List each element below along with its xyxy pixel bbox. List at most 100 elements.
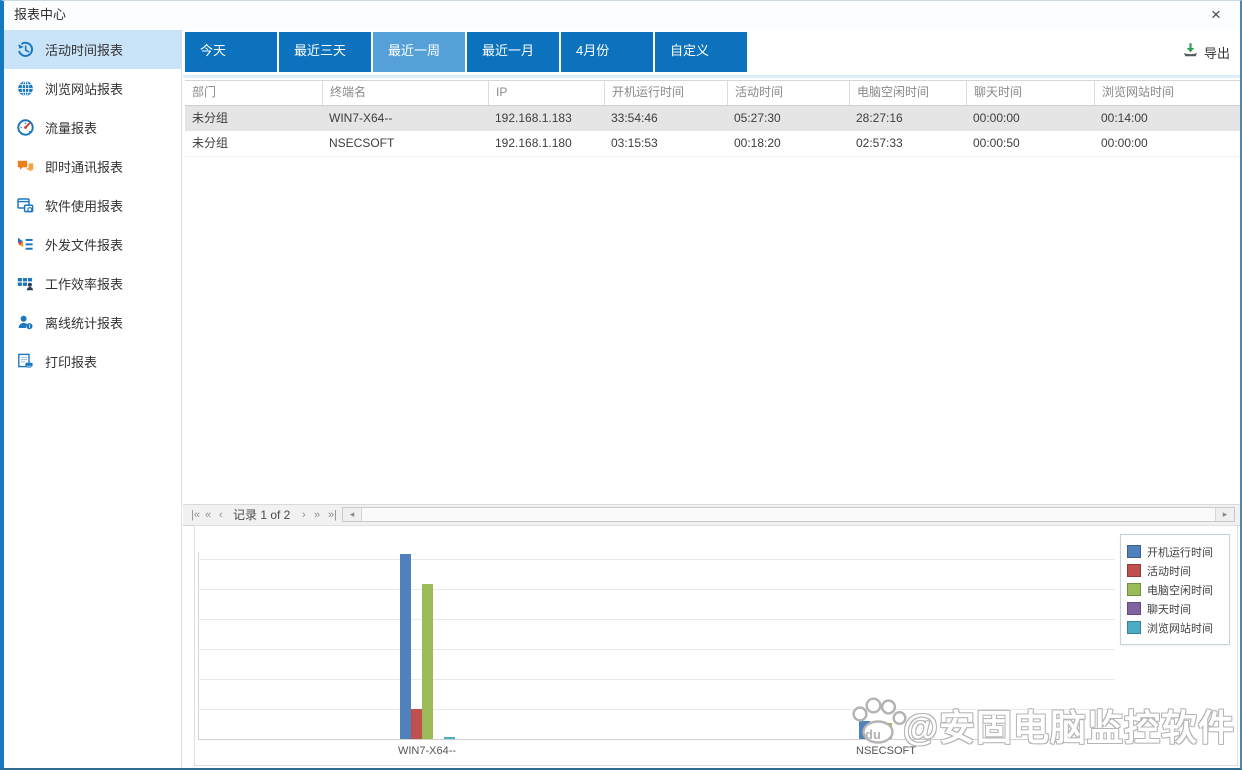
pager-prev-button[interactable]: ‹ xyxy=(219,505,223,525)
tab-custom[interactable]: 自定义 xyxy=(655,32,747,72)
pager-last-button[interactable]: »| xyxy=(328,505,337,525)
gridline xyxy=(198,589,1115,590)
legend-swatch xyxy=(1127,602,1141,615)
export-label: 导出 xyxy=(1204,43,1230,62)
sidebar-item-label: 活动时间报表 xyxy=(45,40,123,59)
chart-legend: 开机运行时间活动时间电脑空闲时间聊天时间浏览网站时间 xyxy=(1120,534,1230,645)
table-cell: 28:27:16 xyxy=(849,106,966,131)
column-header[interactable]: 电脑空闲时间 xyxy=(849,81,966,105)
column-header[interactable]: 活动时间 xyxy=(727,81,849,105)
table-row[interactable]: 未分组WIN7-X64--192.168.1.18333:54:4605:27:… xyxy=(185,106,1240,131)
pager-prev-set-button[interactable]: « xyxy=(205,505,211,525)
column-header[interactable]: IP xyxy=(488,81,604,105)
tab-last-3-days[interactable]: 最近三天 xyxy=(279,32,371,72)
legend-label: 开机运行时间 xyxy=(1147,544,1213,560)
window-title: 报表中心 xyxy=(14,1,66,29)
x-axis-category-label: NSECSOFT xyxy=(856,745,916,757)
pagination-bar: 记录 1 of 2 ◂ ▸ |««‹›»»| xyxy=(183,504,1240,526)
legend-item: 电脑空闲时间 xyxy=(1127,580,1223,599)
pager-next-set-button[interactable]: » xyxy=(314,505,320,525)
sidebar-item-label: 外发文件报表 xyxy=(45,235,123,254)
chat-icon xyxy=(15,157,35,177)
legend-item: 浏览网站时间 xyxy=(1127,618,1223,637)
table-cell: 未分组 xyxy=(185,106,322,131)
legend-label: 活动时间 xyxy=(1147,563,1191,579)
pager-next-button[interactable]: › xyxy=(302,505,306,525)
history-icon xyxy=(15,40,35,60)
bar xyxy=(444,737,455,739)
column-header[interactable]: 终端名 xyxy=(322,81,488,105)
report-table: 部门终端名IP开机运行时间活动时间电脑空闲时间聊天时间浏览网站时间 未分组WIN… xyxy=(185,80,1240,157)
scroll-right-icon[interactable]: ▸ xyxy=(1215,508,1234,521)
globe-icon xyxy=(15,79,35,99)
gridline xyxy=(198,559,1115,560)
tab-last-month[interactable]: 最近一月 xyxy=(467,32,559,72)
chart-x-axis xyxy=(198,739,1115,740)
watermark: du @安固电脑监控软件 xyxy=(849,697,1235,752)
table-row[interactable]: 未分组NSECSOFT192.168.1.18003:15:5300:18:20… xyxy=(185,131,1240,157)
legend-label: 浏览网站时间 xyxy=(1147,620,1213,636)
bar xyxy=(859,721,870,739)
legend-label: 电脑空闲时间 xyxy=(1147,582,1213,598)
tab-last-week[interactable]: 最近一周 xyxy=(373,32,465,72)
table-cell: 192.168.1.183 xyxy=(488,106,604,131)
column-header[interactable]: 开机运行时间 xyxy=(604,81,727,105)
pager-first-button[interactable]: |« xyxy=(191,505,200,525)
sidebar-item-offline-stats[interactable]: i 离线统计报表 xyxy=(4,303,181,342)
sidebar-item-label: 工作效率报表 xyxy=(45,274,123,293)
table-cell: 05:27:30 xyxy=(727,106,849,131)
legend-swatch xyxy=(1127,545,1141,558)
efficiency-icon xyxy=(15,274,35,294)
bar xyxy=(870,737,881,739)
table-cell: NSECSOFT xyxy=(322,131,488,156)
sidebar-item-label: 离线统计报表 xyxy=(45,313,123,332)
tab-today[interactable]: 今天 xyxy=(185,32,277,72)
table-body: 未分组WIN7-X64--192.168.1.18333:54:4605:27:… xyxy=(185,106,1240,157)
close-icon[interactable]: × xyxy=(1204,3,1228,27)
scroll-left-icon[interactable]: ◂ xyxy=(343,508,362,521)
table-cell: 未分组 xyxy=(185,131,322,156)
table-cell: 00:00:00 xyxy=(1094,131,1240,156)
column-header[interactable]: 浏览网站时间 xyxy=(1094,81,1240,105)
tabbar-underline xyxy=(183,75,1240,78)
export-button[interactable]: 导出 xyxy=(1182,42,1230,63)
outgoing-file-icon xyxy=(15,235,35,255)
offline-stats-icon: i xyxy=(15,313,35,333)
bar xyxy=(422,584,433,739)
watermark-text: @安固电脑监控软件 xyxy=(903,699,1235,751)
bar xyxy=(400,554,411,739)
table-cell: WIN7-X64-- xyxy=(322,106,488,131)
sidebar-item-instant-message[interactable]: 即时通讯报表 xyxy=(4,147,181,186)
tab-april[interactable]: 4月份 xyxy=(561,32,653,72)
legend-label: 聊天时间 xyxy=(1147,601,1191,617)
chart-y-axis xyxy=(198,552,199,740)
sidebar-item-work-efficiency[interactable]: 工作效率报表 xyxy=(4,264,181,303)
sidebar-item-web-browsing[interactable]: 浏览网站报表 xyxy=(4,69,181,108)
main-area: 今天最近三天最近一周最近一月4月份自定义 导出 部门终端名IP开机运行时间活动时… xyxy=(183,30,1240,768)
table-header-row: 部门终端名IP开机运行时间活动时间电脑空闲时间聊天时间浏览网站时间 xyxy=(185,80,1240,106)
sidebar: 活动时间报表浏览网站报表流量报表即时通讯报表软件使用报表外发文件报表工作效率报表… xyxy=(4,30,182,768)
table-cell: 00:18:20 xyxy=(727,131,849,156)
horizontal-scrollbar[interactable]: ◂ ▸ xyxy=(342,507,1235,522)
activity-time-chart: 开机运行时间活动时间电脑空闲时间聊天时间浏览网站时间 du @安固电脑监控软件 … xyxy=(194,525,1238,766)
sidebar-item-label: 即时通讯报表 xyxy=(45,157,123,176)
legend-item: 聊天时间 xyxy=(1127,599,1223,618)
table-cell: 00:14:00 xyxy=(1094,106,1240,131)
column-header[interactable]: 部门 xyxy=(185,81,322,105)
sidebar-item-software-usage[interactable]: 软件使用报表 xyxy=(4,186,181,225)
sidebar-item-print-report[interactable]: 打印报表 xyxy=(4,342,181,381)
sidebar-item-label: 打印报表 xyxy=(45,352,97,371)
print-icon xyxy=(15,352,35,372)
table-cell: 02:57:33 xyxy=(849,131,966,156)
sidebar-item-activity-time[interactable]: 活动时间报表 xyxy=(4,30,181,69)
legend-swatch xyxy=(1127,621,1141,634)
sidebar-item-label: 浏览网站报表 xyxy=(45,79,123,98)
bar xyxy=(411,709,422,739)
table-cell: 33:54:46 xyxy=(604,106,727,131)
sidebar-item-traffic[interactable]: 流量报表 xyxy=(4,108,181,147)
gridline xyxy=(198,679,1115,680)
column-header[interactable]: 聊天时间 xyxy=(966,81,1094,105)
sidebar-item-outgoing-files[interactable]: 外发文件报表 xyxy=(4,225,181,264)
sidebar-item-label: 流量报表 xyxy=(45,118,97,137)
software-icon xyxy=(15,196,35,216)
